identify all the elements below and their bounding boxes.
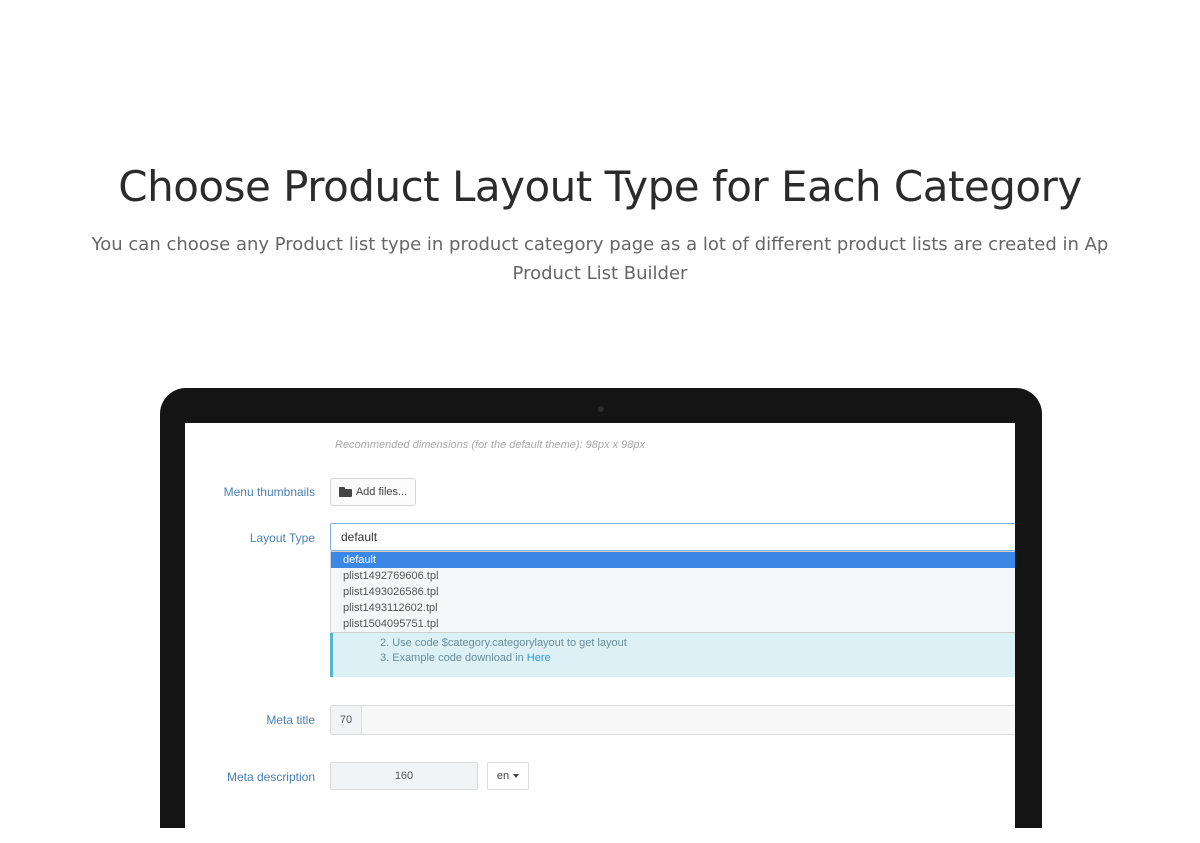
meta-description-char-counter: 160 xyxy=(330,762,478,790)
image-dimensions-hint: Recommended dimensions (for the default … xyxy=(335,439,645,451)
layout-type-select[interactable]: default xyxy=(330,523,1015,551)
caret-down-icon xyxy=(513,774,520,778)
layout-type-label: Layout Type xyxy=(249,531,315,545)
info-line-3-text: 3. Example code download in xyxy=(380,652,527,664)
add-files-label: Add files... xyxy=(355,486,408,498)
meta-title-char-counter: 70 xyxy=(331,706,362,734)
layout-option-plist1493112602[interactable]: plist1493112602.tpl xyxy=(331,600,1015,616)
info-line-2: 2. Use code $category.categorylayout to … xyxy=(380,637,627,649)
meta-title-field[interactable]: 70 xyxy=(330,705,1015,735)
laptop-frame: Recommended dimensions (for the default … xyxy=(160,388,1042,843)
layout-option-plist1493026586[interactable]: plist1493026586.tpl xyxy=(331,584,1015,600)
page-subheadline: You can choose any Product list type in … xyxy=(91,234,1109,284)
language-value: en xyxy=(496,770,510,782)
add-files-button[interactable]: Add files... xyxy=(330,478,416,506)
info-line-3: 3. Example code download in Here xyxy=(380,651,1015,666)
page-headline: Choose Product Layout Type for Each Cate… xyxy=(118,162,1082,211)
layout-type-dropdown: default plist1492769606.tpl plist1493026… xyxy=(330,551,1015,633)
meta-title-label: Meta title xyxy=(266,713,315,727)
layout-option-default[interactable]: default xyxy=(331,552,1015,568)
meta-description-label: Meta description xyxy=(226,770,315,784)
layout-info-box: 2. Use code $category.categorylayout to … xyxy=(330,633,1015,677)
download-here-link[interactable]: Here xyxy=(527,652,551,664)
menu-thumbnails-label: Menu thumbnails xyxy=(223,485,315,499)
laptop-screen: Recommended dimensions (for the default … xyxy=(185,423,1015,843)
language-dropdown-button[interactable]: en xyxy=(487,762,529,790)
camera-icon xyxy=(598,406,604,412)
layout-option-plist1492769606[interactable]: plist1492769606.tpl xyxy=(331,568,1015,584)
layout-option-plist1504095751[interactable]: plist1504095751.tpl xyxy=(331,616,1015,632)
folder-open-icon xyxy=(338,487,352,497)
